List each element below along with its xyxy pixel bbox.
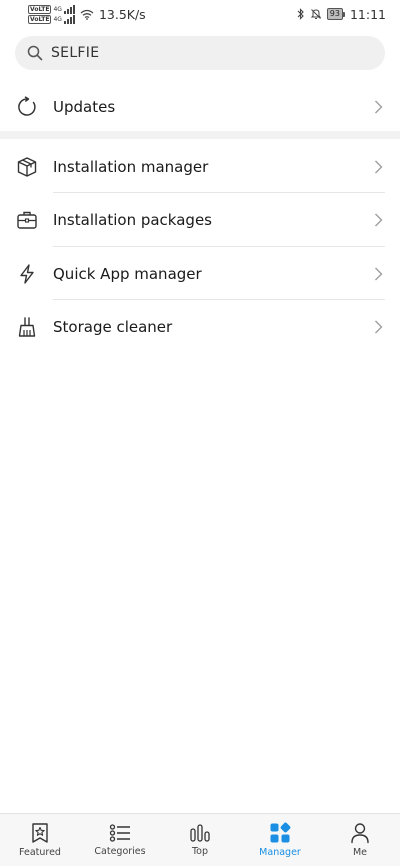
- quick-app-manager-row[interactable]: Quick App manager: [0, 247, 400, 300]
- bookmark-star-icon: [32, 823, 48, 843]
- quick-app-manager-label: Quick App manager: [53, 264, 202, 283]
- updates-row[interactable]: Updates: [0, 80, 400, 133]
- list-icon: [109, 824, 130, 842]
- network-type: 4G: [53, 5, 62, 13]
- signal-icon: [63, 4, 75, 14]
- storage-cleaner-row[interactable]: Storage cleaner: [0, 300, 400, 353]
- battery-level: 93: [326, 8, 343, 20]
- nav-manager[interactable]: Manager: [240, 814, 320, 866]
- nav-top-label: Top: [191, 846, 209, 857]
- installation-manager-label: Installation manager: [53, 157, 209, 176]
- sim2-row: VoLTE 4G: [28, 14, 75, 24]
- status-right: 93 11:11: [297, 7, 386, 22]
- nav-manager-label: Manager: [259, 847, 301, 858]
- search-icon: [27, 45, 43, 61]
- bottom-nav: Featured Categories Top Manager Me: [0, 813, 400, 866]
- clock: 11:11: [349, 6, 386, 22]
- status-left: VoLTE 4G VoLTE 4G 13.5K/s: [28, 4, 146, 24]
- chevron-right-icon: [374, 99, 386, 115]
- volte-badge: VoLTE: [28, 14, 52, 24]
- chevron-right-icon: [374, 212, 386, 228]
- network-type: 4G: [53, 15, 62, 23]
- battery-icon: 93: [326, 8, 345, 20]
- nav-featured[interactable]: Featured: [0, 814, 80, 866]
- installation-packages-row[interactable]: Installation packages: [0, 193, 400, 246]
- nav-featured-label: Featured: [19, 847, 61, 858]
- nav-me-label: Me: [352, 847, 368, 858]
- signal-icon: [63, 14, 75, 24]
- nav-categories-label: Categories: [94, 846, 146, 857]
- sim-indicators: VoLTE 4G VoLTE 4G: [28, 4, 75, 24]
- bar-chart-icon: [190, 824, 210, 842]
- chevron-right-icon: [374, 159, 386, 175]
- section-divider: [0, 131, 400, 139]
- briefcase-icon: [15, 208, 39, 232]
- mute-bell-icon: [310, 9, 321, 19]
- updates-label: Updates: [53, 97, 116, 116]
- nav-categories[interactable]: Categories: [80, 814, 160, 866]
- box-icon: [15, 155, 39, 179]
- nav-me[interactable]: Me: [320, 814, 400, 866]
- refresh-icon: [15, 95, 39, 119]
- storage-cleaner-label: Storage cleaner: [53, 317, 173, 336]
- search-input[interactable]: SELFIE: [51, 45, 99, 61]
- broom-icon: [15, 315, 39, 339]
- person-icon: [351, 823, 369, 844]
- chevron-right-icon: [374, 319, 386, 335]
- installation-manager-row[interactable]: Installation manager: [0, 140, 400, 193]
- bluetooth-icon: [297, 8, 304, 20]
- status-bar: VoLTE 4G VoLTE 4G 13.5K/s 93 11:11: [0, 0, 400, 28]
- nav-top[interactable]: Top: [160, 814, 240, 866]
- lightning-icon: [15, 262, 39, 286]
- network-speed: 13.5K/s: [98, 6, 146, 22]
- wifi-icon: [80, 9, 94, 20]
- sim1-row: VoLTE 4G: [28, 4, 75, 14]
- installation-packages-label: Installation packages: [53, 210, 212, 229]
- search-bar[interactable]: SELFIE: [15, 36, 385, 70]
- chevron-right-icon: [374, 266, 386, 282]
- volte-badge: VoLTE: [28, 4, 52, 14]
- grid-icon: [270, 822, 291, 843]
